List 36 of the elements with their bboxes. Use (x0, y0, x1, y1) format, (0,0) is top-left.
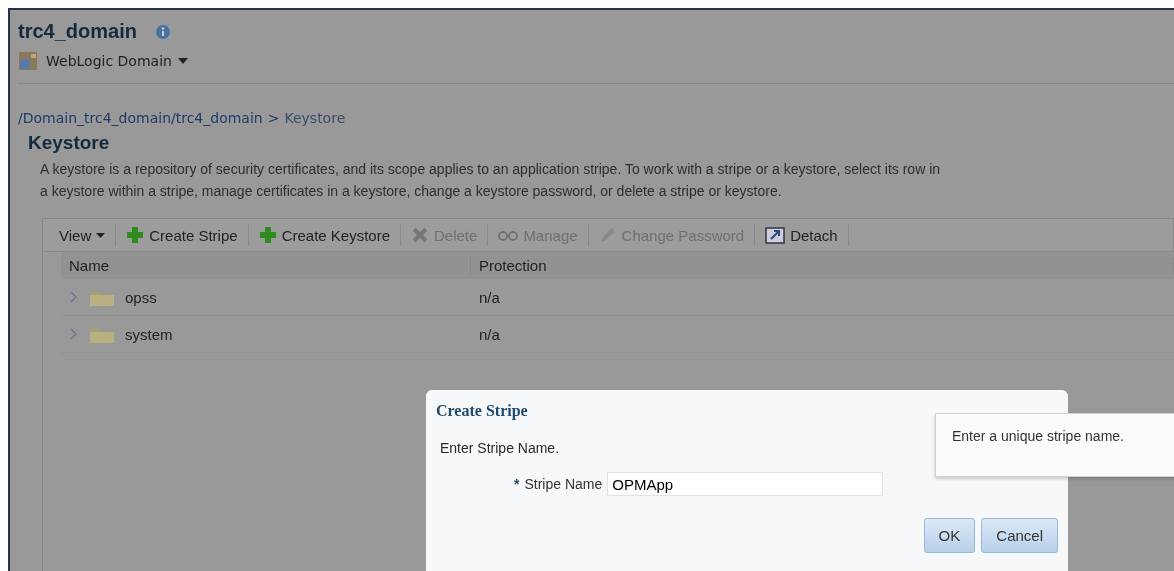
table-cell-text: n/a (478, 288, 501, 306)
breadcrumb-link[interactable]: /Domain_trc4_domain/trc4_domain (18, 110, 263, 126)
column-header[interactable]: Protection (471, 256, 1174, 274)
dialog-button[interactable]: Cancel (981, 518, 1058, 553)
toolbar-button[interactable]: Detach (755, 224, 849, 246)
required-mark: * (514, 476, 520, 492)
toolbar-button[interactable]: View (49, 224, 117, 246)
page-description: A keystore is a repository of security certificates, and its scope applies to an application stripe. To work with a stripe or a keystore, select its row in a keystore within a stripe, manage certificates in a keystore, change a keystore password, or delete a stripe or keystore. (40, 160, 942, 201)
dialog-button[interactable]: OK (923, 518, 976, 553)
glasses-icon (498, 228, 519, 242)
page-heading: Keystore (28, 132, 111, 154)
table-cell: system (125, 325, 173, 343)
table-cell-text: n/a (478, 325, 501, 343)
plus-icon (126, 226, 145, 244)
domain-icon (18, 51, 38, 71)
toolbar-button[interactable]: Create Keystore (248, 224, 401, 246)
domain-title: trc4_domain (18, 20, 137, 43)
column-header[interactable]: Name (61, 256, 471, 274)
breadcrumb-current: Keystore (284, 110, 346, 126)
breadcrumb-separator: > (267, 110, 280, 126)
detach-icon (765, 226, 786, 244)
caret-icon (177, 58, 188, 64)
tooltip: Enter a unique stripe name. (935, 413, 1174, 477)
dialog-instruction: Enter Stripe Name. (439, 440, 561, 456)
domain-menu[interactable]: WebLogic Domain (46, 53, 188, 69)
close-icon (411, 226, 429, 244)
table-cell: opss (125, 288, 157, 306)
expand-icon[interactable] (69, 290, 79, 304)
input-field[interactable]: OPMApp (607, 472, 884, 496)
info-icon[interactable] (154, 23, 171, 40)
dialog-title: Create Stripe (436, 402, 529, 420)
plus-icon (258, 226, 277, 244)
toolbar-button[interactable]: Create Stripe (116, 224, 249, 246)
field-label: Stripe Name (524, 476, 603, 492)
caret-icon (96, 232, 106, 238)
expand-icon[interactable] (69, 327, 79, 341)
